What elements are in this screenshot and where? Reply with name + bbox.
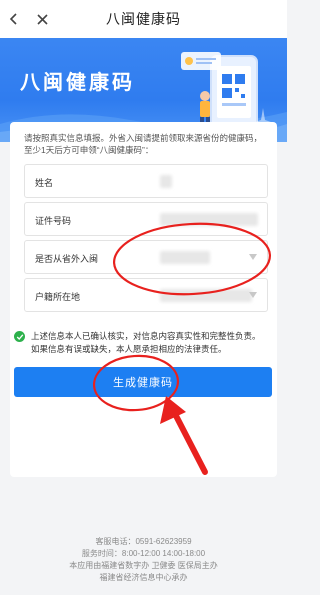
generate-code-button[interactable]: 生成健康码	[14, 367, 272, 397]
from-outside-province-value	[160, 251, 210, 264]
form-card: 请按照真实信息填报。外省入闽请提前领取来源省份的健康码，至少1天后方可申领“八闽…	[10, 122, 277, 477]
household-location-select[interactable]: 户籍所在地	[24, 278, 268, 312]
name-field[interactable]: 姓名	[24, 164, 268, 198]
field-label: 是否从省外入闽	[35, 254, 99, 264]
name-value	[160, 175, 172, 188]
chevron-down-icon	[249, 292, 257, 298]
footer-provider: 本应用由福建省数字办 卫健委 医保局主办	[69, 561, 218, 570]
footer: 客服电话：0591-62623959 服务时间：8:00-12:00 14:00…	[0, 536, 287, 584]
from-outside-province-select[interactable]: 是否从省外入闽	[24, 240, 268, 274]
field-label: 户籍所在地	[35, 292, 81, 302]
field-label: 姓名	[35, 178, 54, 188]
id-number-field[interactable]: 证件号码	[24, 202, 268, 236]
form-notice: 请按照真实信息填报。外省入闽请提前领取来源省份的健康码，至少1天后方可申领“八闽…	[24, 133, 263, 155]
footer-operator: 福建省经济信息中心承办	[99, 573, 188, 582]
check-icon[interactable]	[14, 331, 25, 342]
consent-text: 上述信息本人已确认核实，对信息内容真实性和完整性负责。如果信息有误或缺失，本人愿…	[31, 331, 261, 354]
id-number-value	[160, 213, 258, 226]
consent-row[interactable]: 上述信息本人已确认核实，对信息内容真实性和完整性负责。如果信息有误或缺失，本人愿…	[14, 330, 264, 360]
footer-hours: 服务时间：8:00-12:00 14:00-18:00	[81, 549, 206, 558]
nav-bar: 八闽健康码	[0, 0, 287, 38]
field-label: 证件号码	[35, 216, 72, 226]
household-location-value	[160, 289, 252, 302]
footer-hotline: 客服电话：0591-62623959	[95, 537, 192, 546]
banner-title: 八闽健康码	[20, 72, 135, 94]
close-icon[interactable]	[32, 9, 52, 29]
chevron-left-icon[interactable]	[4, 9, 24, 29]
chevron-down-icon	[249, 254, 257, 260]
